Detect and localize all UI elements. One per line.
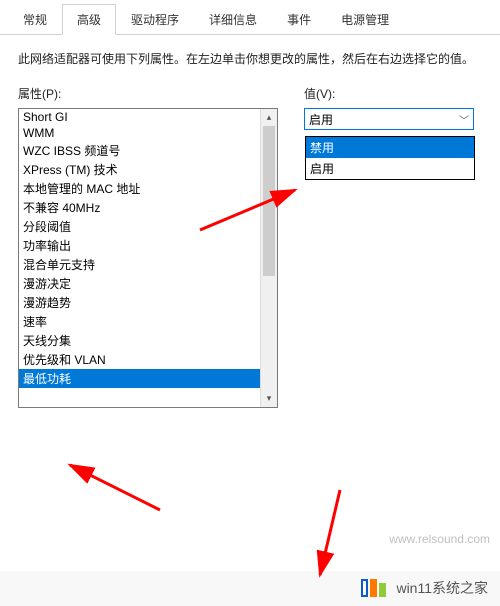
properties-listbox[interactable]: Short GIWMMWZC IBSS 频道号XPress (TM) 技术本地管… (18, 108, 278, 408)
list-item[interactable]: 优先级和 VLAN (19, 350, 260, 369)
tabs-bar: 常规高级驱动程序详细信息事件电源管理 (0, 0, 500, 35)
list-item[interactable]: 功率输出 (19, 236, 260, 255)
value-column: 值(V): 启用 ﹀ 禁用启用 (304, 85, 482, 408)
value-dropdown[interactable]: 禁用启用 (305, 136, 475, 180)
list-item[interactable]: 天线分集 (19, 331, 260, 350)
list-item[interactable]: WMM (19, 125, 260, 141)
list-item[interactable]: 漫游趋势 (19, 293, 260, 312)
list-item[interactable]: 本地管理的 MAC 地址 (19, 179, 260, 198)
value-selected: 启用 (309, 111, 333, 128)
list-item[interactable]: 最低功耗 (19, 369, 260, 388)
list-item[interactable]: XPress (TM) 技术 (19, 160, 260, 179)
list-item[interactable]: 分段阈值 (19, 217, 260, 236)
value-label: 值(V): (304, 85, 482, 102)
brand-logo-icon (361, 579, 386, 597)
properties-column: 属性(P): Short GIWMMWZC IBSS 频道号XPress (TM… (18, 85, 278, 408)
scroll-down-icon[interactable]: ▾ (261, 390, 277, 407)
footer: win11系统之家 (361, 578, 488, 598)
scroll-up-icon[interactable]: ▴ (261, 109, 277, 126)
tab-3[interactable]: 详细信息 (194, 4, 272, 34)
brand-name: win11系统之家 (396, 578, 488, 598)
list-item[interactable]: WZC IBSS 频道号 (19, 141, 260, 160)
scroll-thumb[interactable] (263, 126, 275, 276)
list-item[interactable]: 不兼容 40MHz (19, 198, 260, 217)
tab-5[interactable]: 电源管理 (326, 4, 404, 34)
advanced-panel: 此网络适配器可使用下列属性。在左边单击你想更改的属性，然后在右边选择它的值。 属… (0, 35, 500, 571)
scrollbar[interactable]: ▴ ▾ (260, 109, 277, 407)
dropdown-item[interactable]: 启用 (306, 158, 474, 179)
tab-0[interactable]: 常规 (8, 4, 62, 34)
list-item[interactable]: 漫游决定 (19, 274, 260, 293)
panel-body: 属性(P): Short GIWMMWZC IBSS 频道号XPress (TM… (18, 85, 482, 408)
dropdown-item[interactable]: 禁用 (306, 137, 474, 158)
tab-4[interactable]: 事件 (272, 4, 326, 34)
list-item[interactable]: 速率 (19, 312, 260, 331)
scroll-track[interactable] (261, 126, 277, 390)
list-item[interactable]: 混合单元支持 (19, 255, 260, 274)
properties-label: 属性(P): (18, 85, 278, 102)
panel-description: 此网络适配器可使用下列属性。在左边单击你想更改的属性，然后在右边选择它的值。 (18, 49, 482, 69)
value-combobox[interactable]: 启用 ﹀ 禁用启用 (304, 108, 474, 130)
list-item[interactable]: Short GI (19, 109, 260, 125)
watermark-text: www.relsound.com (389, 532, 490, 546)
tab-1[interactable]: 高级 (62, 4, 116, 35)
properties-listbox-inner: Short GIWMMWZC IBSS 频道号XPress (TM) 技术本地管… (19, 109, 260, 407)
chevron-down-icon: ﹀ (459, 112, 469, 127)
tab-2[interactable]: 驱动程序 (116, 4, 194, 34)
